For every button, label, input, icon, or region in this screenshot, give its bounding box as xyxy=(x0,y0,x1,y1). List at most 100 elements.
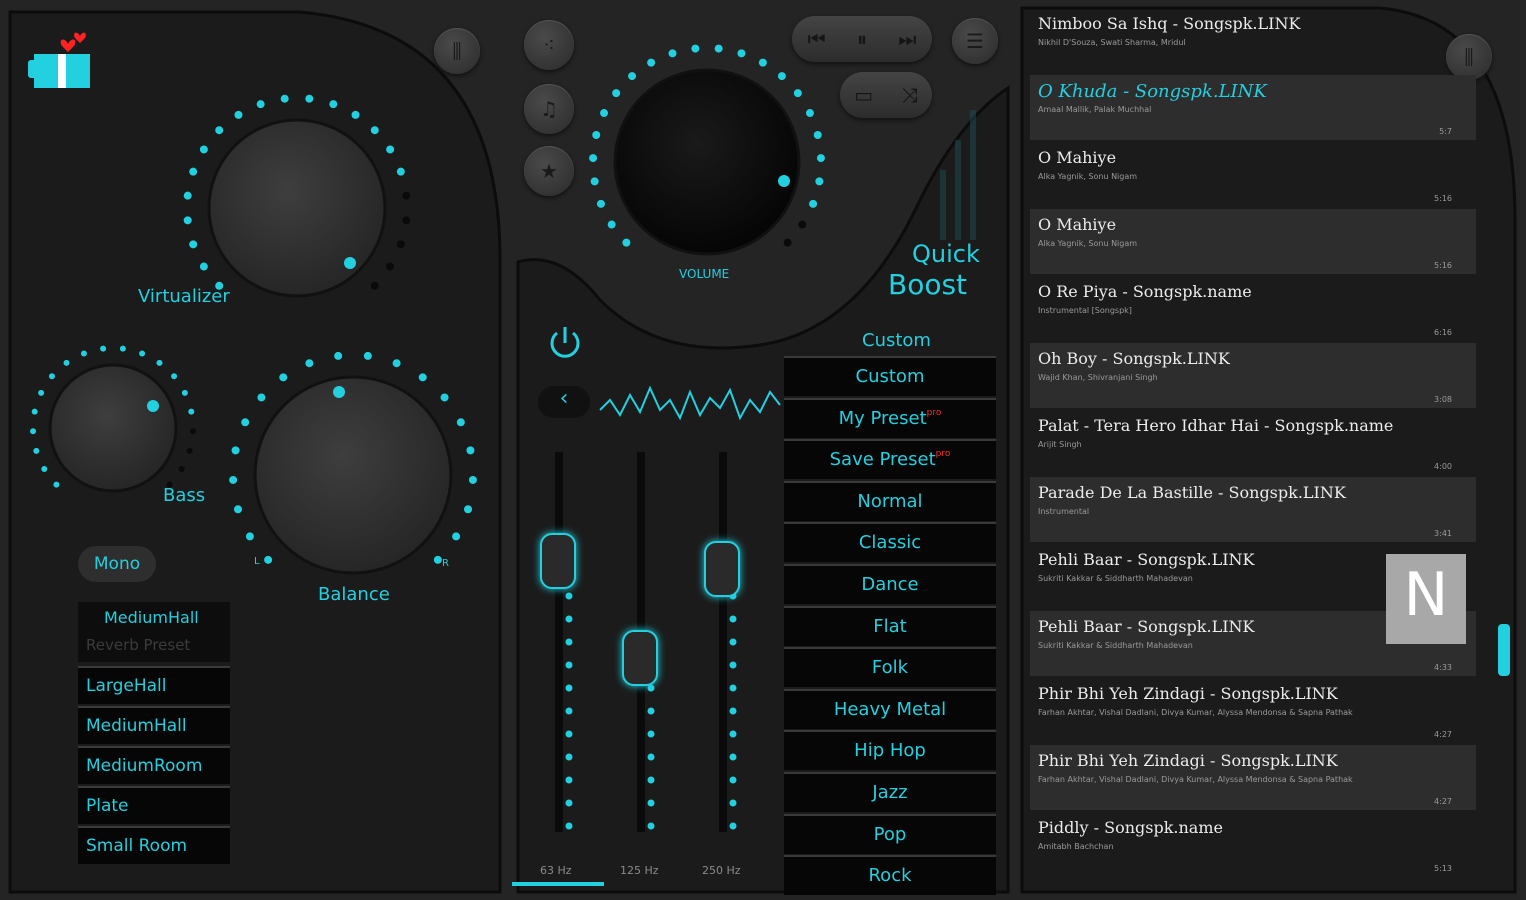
song-duration: 3:41 xyxy=(1434,529,1452,538)
song-title: Phir Bhi Yeh Zindagi - Songspk.LINK xyxy=(1038,684,1338,703)
song-row[interactable]: Parade De La Bastille - Songspk.LINK Inst… xyxy=(1030,477,1476,542)
level-dot xyxy=(691,44,700,53)
eq-preset-label: Hip Hop xyxy=(854,740,926,761)
song-artist: Instrumental xyxy=(1038,507,1090,516)
music-note-icon[interactable]: ♫ xyxy=(524,84,574,134)
level-dot xyxy=(433,555,442,564)
level-dot xyxy=(119,345,126,352)
level-dot xyxy=(783,238,792,247)
eq-preset-item[interactable]: Normal xyxy=(784,481,996,521)
song-row[interactable]: Phir Bhi Yeh Zindagi - Songspk.LINK Farha… xyxy=(1030,678,1476,743)
song-title: Palat - Tera Hero Idhar Hai - Songspk.na… xyxy=(1038,416,1394,435)
share-icon[interactable]: ⁖ xyxy=(524,20,574,70)
song-row[interactable]: O Mahiye Alka Yagnik, Sonu Nigam 5:16 xyxy=(1030,209,1476,274)
mono-toggle[interactable]: Mono xyxy=(78,546,156,582)
balance-label: Balance xyxy=(318,584,390,605)
level-dot xyxy=(456,418,465,427)
level-dot xyxy=(229,475,238,484)
power-icon[interactable] xyxy=(545,323,585,363)
volume-knob[interactable] xyxy=(615,70,799,254)
song-row[interactable]: Piddly - Songspk.name Amitabh Bachchan 5:1… xyxy=(1030,812,1476,877)
equalizer-icon[interactable]: ⫼ xyxy=(434,28,480,74)
eq-fader-thumb[interactable] xyxy=(540,533,576,589)
back-chevron-icon[interactable]: ‹ xyxy=(538,386,590,418)
level-dot xyxy=(241,418,250,427)
eq-preset-item[interactable]: Rock xyxy=(784,855,996,895)
level-dot xyxy=(596,199,605,208)
repeat-icon[interactable]: ▭ xyxy=(854,83,873,107)
reverb-option[interactable]: LargeHall xyxy=(78,666,230,704)
level-dot xyxy=(80,350,87,357)
song-artist: Wajid Khan, Shivranjani Singh xyxy=(1038,373,1158,382)
level-dot xyxy=(793,89,802,98)
eq-preset-label: Dance xyxy=(861,574,919,595)
level-dot xyxy=(628,72,637,81)
level-dot xyxy=(386,262,395,271)
eq-preset-item[interactable]: My Presetpro xyxy=(784,398,996,438)
song-duration: 5:16 xyxy=(1434,261,1452,270)
playlist-icon[interactable]: ☰ xyxy=(952,18,998,64)
eq-preset-item[interactable]: Dance xyxy=(784,564,996,604)
level-dot xyxy=(53,481,60,488)
eq-preset-item[interactable]: Folk xyxy=(784,647,996,687)
reverb-option[interactable]: MediumRoom xyxy=(78,746,230,784)
eq-preset-item[interactable]: Custom xyxy=(784,356,996,396)
mode-controls: ▭ ⤨ xyxy=(840,72,932,118)
eq-preset-item[interactable]: Pop xyxy=(784,814,996,854)
level-dot xyxy=(466,446,475,455)
song-duration: 4:00 xyxy=(1434,462,1452,471)
fader-level-dot xyxy=(647,707,655,715)
level-dot xyxy=(215,126,224,135)
eq-preset-item[interactable]: Save Presetpro xyxy=(784,439,996,479)
previous-icon[interactable]: ⏮ xyxy=(808,27,826,51)
quick-boost-line1[interactable]: Quick xyxy=(912,240,980,268)
fader-level-dot xyxy=(729,615,737,623)
virtualizer-knob[interactable] xyxy=(209,120,385,296)
eq-preset-item[interactable]: Flat xyxy=(784,606,996,646)
star-icon[interactable]: ★ xyxy=(524,146,574,196)
level-dot xyxy=(183,216,192,225)
eq-preset-item[interactable]: Classic xyxy=(784,522,996,562)
song-row[interactable]: Phir Bhi Yeh Zindagi - Songspk.LINK Farha… xyxy=(1030,745,1476,810)
pause-icon[interactable]: ⏸ xyxy=(857,27,867,51)
fader-level-dot xyxy=(565,730,573,738)
reverb-dropdown[interactable]: MediumHall Reverb Preset xyxy=(78,602,230,662)
song-row[interactable]: Nimboo Sa Ishq - Songspk.LINK Nikhil D'So… xyxy=(1030,8,1476,73)
level-dot xyxy=(592,131,601,140)
song-row[interactable]: O Mahiye Alka Yagnik, Sonu Nigam 5:16 xyxy=(1030,142,1476,207)
level-dot xyxy=(370,281,379,290)
fader-level-dot xyxy=(729,661,737,669)
song-row[interactable]: O Re Piya - Songspk.name Instrumental [So… xyxy=(1030,276,1476,341)
reverb-option[interactable]: Plate xyxy=(78,786,230,824)
next-icon[interactable]: ⏭ xyxy=(898,27,916,51)
fader-level-dot xyxy=(729,799,737,807)
eq-preset-item[interactable]: Heavy Metal xyxy=(784,689,996,729)
song-row[interactable]: Oh Boy - Songspk.LINK Wajid Khan, Shivran… xyxy=(1030,343,1476,408)
level-dot xyxy=(386,145,395,154)
reverb-option[interactable]: Small Room xyxy=(78,826,230,864)
song-row[interactable]: Palat - Tera Hero Idhar Hai - Songspk.na… xyxy=(1030,410,1476,475)
level-dot xyxy=(396,240,405,249)
reverb-option[interactable]: MediumHall xyxy=(78,706,230,744)
eq-fader-thumb[interactable] xyxy=(622,630,658,686)
song-row[interactable]: O Khuda - Songspk.LINK Amaal Mallik, Pala… xyxy=(1030,75,1476,140)
eq-preset-item[interactable]: Jazz xyxy=(784,772,996,812)
band-label: 63 Hz xyxy=(540,864,572,877)
eq-preset-label: Rock xyxy=(868,865,912,886)
level-dot xyxy=(622,238,631,247)
eq-preset-item[interactable]: Hip Hop xyxy=(784,730,996,770)
eq-fader-thumb[interactable] xyxy=(704,541,740,597)
volume-label: VOLUME xyxy=(679,267,730,281)
reverb-selected: MediumHall xyxy=(104,608,199,627)
eq-preset-label: My Preset xyxy=(838,408,927,429)
level-dot xyxy=(589,154,598,163)
level-dot xyxy=(590,177,599,186)
level-dot xyxy=(199,262,208,271)
song-artist: Arijit Singh xyxy=(1038,440,1082,449)
shuffle-icon[interactable]: ⤨ xyxy=(902,83,918,107)
level-dot xyxy=(396,167,405,176)
quick-boost-line2[interactable]: Boost xyxy=(888,268,967,301)
fader-level-dot xyxy=(565,707,573,715)
bass-knob[interactable] xyxy=(50,365,176,491)
balance-knob[interactable] xyxy=(255,377,451,573)
